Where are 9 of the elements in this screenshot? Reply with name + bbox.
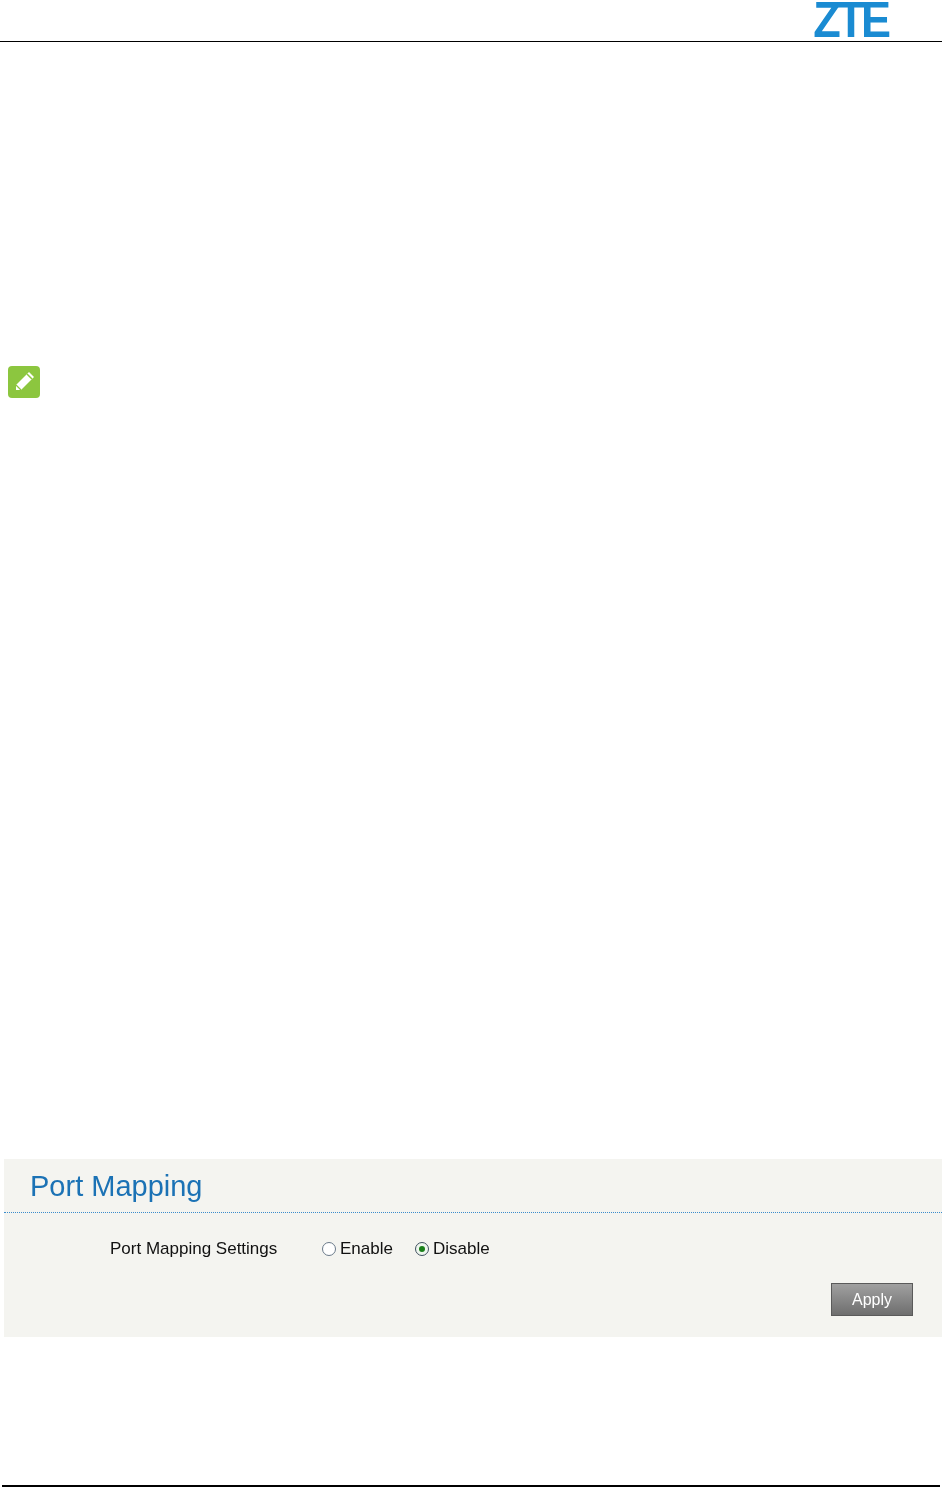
option-label[interactable]: Disable	[432, 1238, 490, 1260]
pencil-icon	[8, 366, 40, 398]
apply-button[interactable]: Apply	[831, 1283, 913, 1316]
brand-logo: ZTE	[812, 0, 887, 40]
panel-title: Port Mapping	[30, 1168, 203, 1203]
option-label[interactable]: Enable	[340, 1238, 393, 1260]
setting-label: Port Mapping Settings	[110, 1238, 279, 1260]
radio-button[interactable]	[322, 1242, 336, 1256]
radio-button[interactable]	[414, 1242, 429, 1256]
